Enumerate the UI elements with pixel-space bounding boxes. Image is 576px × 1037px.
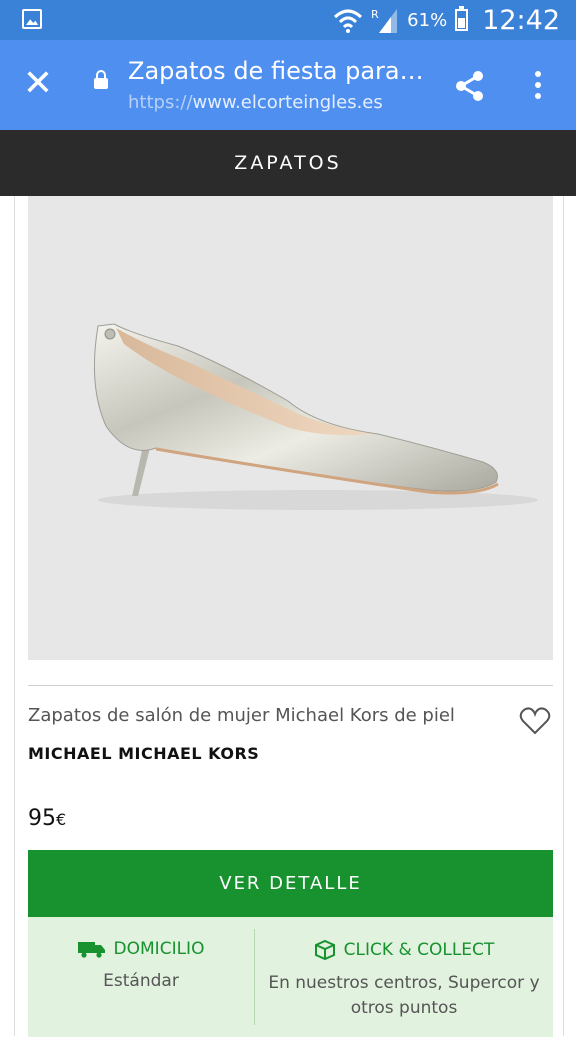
section-title: ZAPATOS: [0, 130, 576, 196]
product-price: 95€: [28, 806, 66, 831]
more-vert-icon[interactable]: [522, 66, 554, 106]
battery-percent: 61%: [407, 9, 448, 31]
page-title[interactable]: Zapatos de fiesta para…: [128, 57, 424, 85]
product-brand: MICHAEL MICHAEL KORS: [28, 744, 260, 763]
clock: 12:42: [482, 4, 560, 36]
delivery-collect-label: CLICK & COLLECT: [343, 940, 495, 960]
signal-icon: R: [371, 8, 398, 33]
view-detail-button[interactable]: VER DETALLE: [28, 850, 553, 917]
product-card[interactable]: Zapatos de salón de mujer Michael Kors d…: [14, 196, 564, 1037]
browser-toolbar: ✕ Zapatos de fiesta para… https://www.el…: [0, 40, 576, 130]
gallery-icon: [22, 9, 42, 29]
url-host: www.elcorteingles.es: [192, 92, 383, 113]
share-icon[interactable]: [450, 66, 490, 106]
truck-icon: [77, 942, 105, 958]
divider: [28, 685, 553, 686]
delivery-collect: CLICK & COLLECT En nuestros centros, Sup…: [255, 917, 553, 1027]
delivery-options: DOMICILIO Estándar CLICK & COLLECT En nu…: [28, 917, 553, 1037]
status-bar: R 61% 12:42: [0, 0, 576, 40]
delivery-home-label: DOMICILIO: [113, 939, 205, 959]
lock-icon: [94, 70, 108, 89]
price-currency: €: [56, 810, 67, 829]
box-icon: [314, 939, 335, 961]
price-value: 95: [28, 806, 56, 831]
delivery-collect-sub: En nuestros centros, Supercor y otros pu…: [268, 973, 540, 1018]
heart-icon[interactable]: [519, 706, 551, 736]
wifi-icon: [334, 9, 363, 33]
svg-text:R: R: [371, 8, 379, 21]
delivery-home-sub: Estándar: [103, 971, 179, 991]
close-icon[interactable]: ✕: [18, 64, 58, 104]
page-url[interactable]: https://www.elcorteingles.es: [128, 92, 383, 113]
battery-icon: [455, 6, 469, 31]
product-name[interactable]: Zapatos de salón de mujer Michael Kors d…: [28, 705, 455, 726]
delivery-home: DOMICILIO Estándar: [28, 917, 254, 1027]
product-image[interactable]: [28, 196, 553, 660]
url-protocol: https://: [128, 92, 193, 113]
